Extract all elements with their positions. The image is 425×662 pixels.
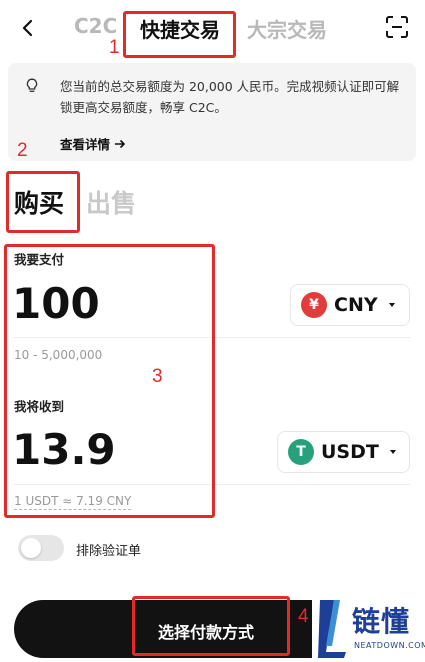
pay-currency-name: CNY [334, 294, 378, 316]
receive-label: 我将收到 [14, 399, 65, 414]
usdt-icon: T [288, 439, 314, 465]
annotation-number-3: 3 [152, 366, 163, 387]
receive-currency-name: USDT [321, 441, 379, 463]
arrow-right-icon [115, 139, 126, 148]
annotation-number-2: 2 [17, 140, 28, 161]
back-button[interactable] [14, 14, 42, 42]
caret-down-icon [389, 450, 396, 454]
tab-quick-trade[interactable]: 快捷交易 [140, 14, 220, 43]
exclude-verified-label: 排除验证单 [76, 544, 142, 559]
view-details-link[interactable]: 查看详情 [60, 134, 126, 153]
lightbulb-icon [26, 78, 38, 92]
annotation-number-1: 1 [109, 37, 120, 58]
watermark-logo-icon [318, 600, 346, 658]
scan-icon [386, 16, 408, 38]
annotation-number-4: 4 [298, 606, 309, 627]
pay-label: 我要支付 [14, 252, 65, 267]
limit-notice: 您当前的总交易额度为 20,000 人民币。完成视频认证即可解锁更高交易额度，畅… [8, 63, 416, 161]
view-details-label: 查看详情 [60, 137, 111, 152]
pay-currency-select[interactable]: ¥ CNY [290, 284, 410, 326]
choose-payment-label: 选择付款方式 [158, 623, 255, 642]
receive-currency-select[interactable]: T USDT [277, 431, 410, 473]
divider [14, 484, 410, 485]
pay-range-hint: 10 - 5,000,000 [14, 348, 103, 362]
chevron-left-icon [22, 19, 33, 37]
toggle-knob [21, 538, 41, 558]
pay-amount-input[interactable]: 100 [12, 279, 100, 328]
scan-button[interactable] [384, 14, 410, 40]
exclude-verified-toggle[interactable] [18, 535, 64, 561]
divider [14, 337, 410, 338]
sell-tab[interactable]: 出售 [86, 184, 136, 220]
tab-c2c[interactable]: C2C [74, 14, 117, 38]
watermark-text: 链懂 [352, 605, 411, 638]
caret-down-icon [388, 303, 395, 307]
header: C2C 快捷交易 大宗交易 [0, 0, 425, 58]
receive-amount-input[interactable]: 13.9 [12, 425, 116, 474]
tab-bulk-trade[interactable]: 大宗交易 [247, 14, 327, 43]
buy-tab[interactable]: 购买 [14, 184, 64, 220]
notice-text: 您当前的总交易额度为 20,000 人民币。完成视频认证即可解锁更高交易额度，畅… [60, 79, 400, 115]
watermark-url: NEATDOWN.COM [354, 641, 425, 650]
cny-icon: ¥ [301, 292, 327, 318]
exchange-rate-hint[interactable]: 1 USDT ≈ 7.19 CNY [14, 494, 132, 510]
